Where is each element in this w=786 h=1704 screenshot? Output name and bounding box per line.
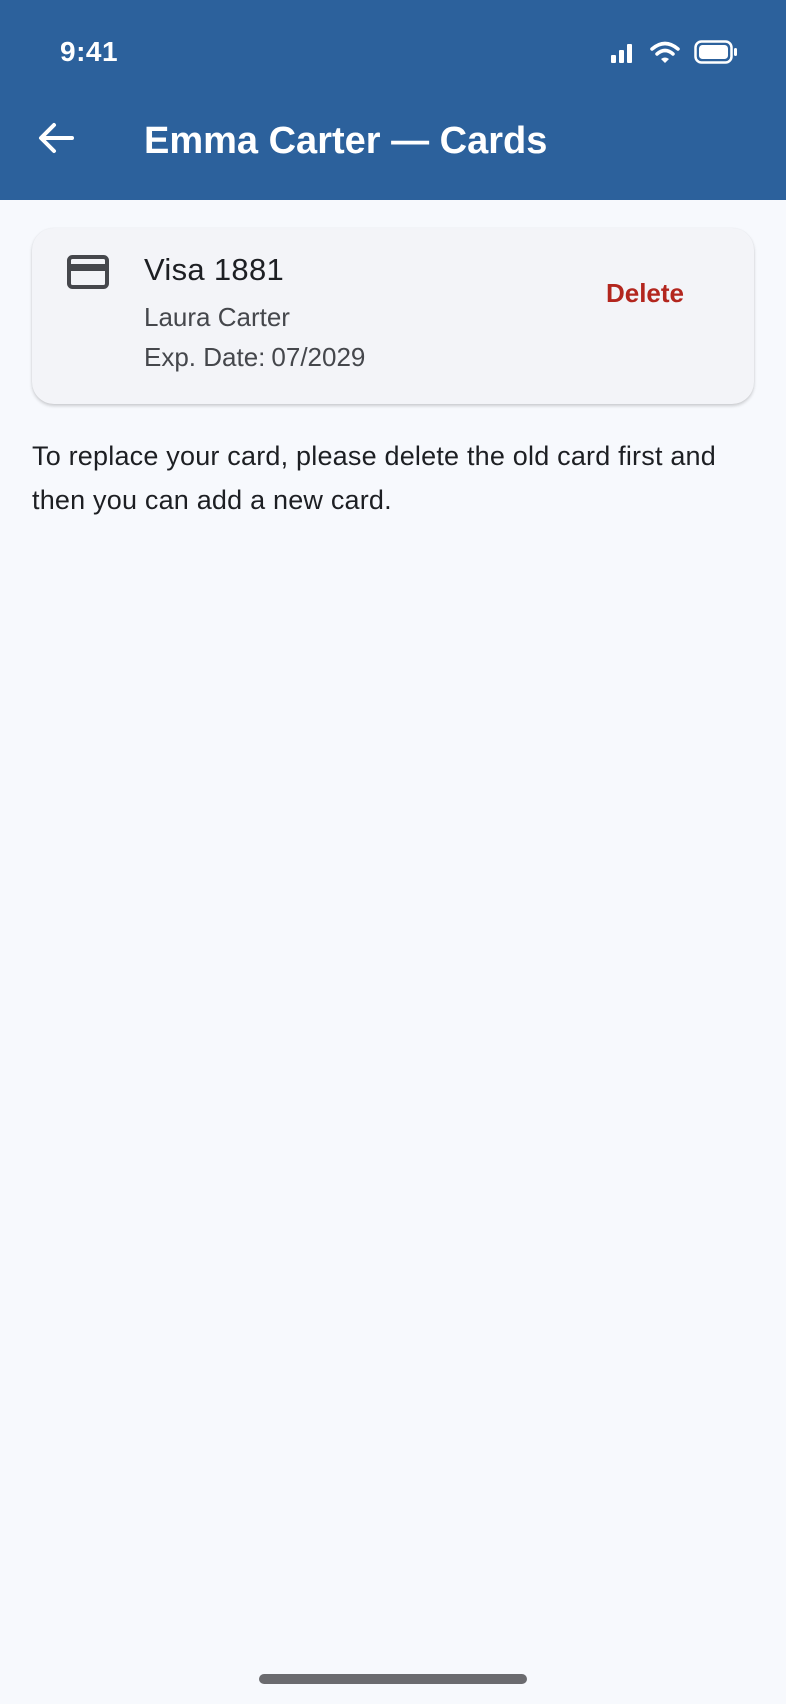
card-holder-name: Laura Carter [144,302,290,332]
status-time: 9:41 [60,36,119,67]
arrow-left-icon [36,120,76,161]
signal-icon [610,41,636,63]
back-button[interactable] [28,112,84,168]
delete-card-button[interactable]: Delete [606,278,684,309]
wifi-icon [650,41,680,63]
credit-card-icon [66,254,110,290]
status-icons [610,40,738,64]
replace-card-info-text: To replace your card, please delete the … [32,441,716,515]
screen-title: Emma Carter — Cards [144,120,548,162]
card-expiry-value: 07/2029 [271,342,366,372]
battery-icon [694,40,738,64]
app-bar: 9:41 Emma Carter — Cards [0,0,786,200]
card-expiry-label: Exp. Date: [144,342,266,372]
card-list-item: Visa 1881 Laura Carter Exp. Date: 07/2029… [32,228,754,404]
home-indicator [259,1674,527,1684]
card-expiry: Exp. Date: 07/2029 [144,342,365,373]
card-title: Visa 1881 [144,252,285,287]
